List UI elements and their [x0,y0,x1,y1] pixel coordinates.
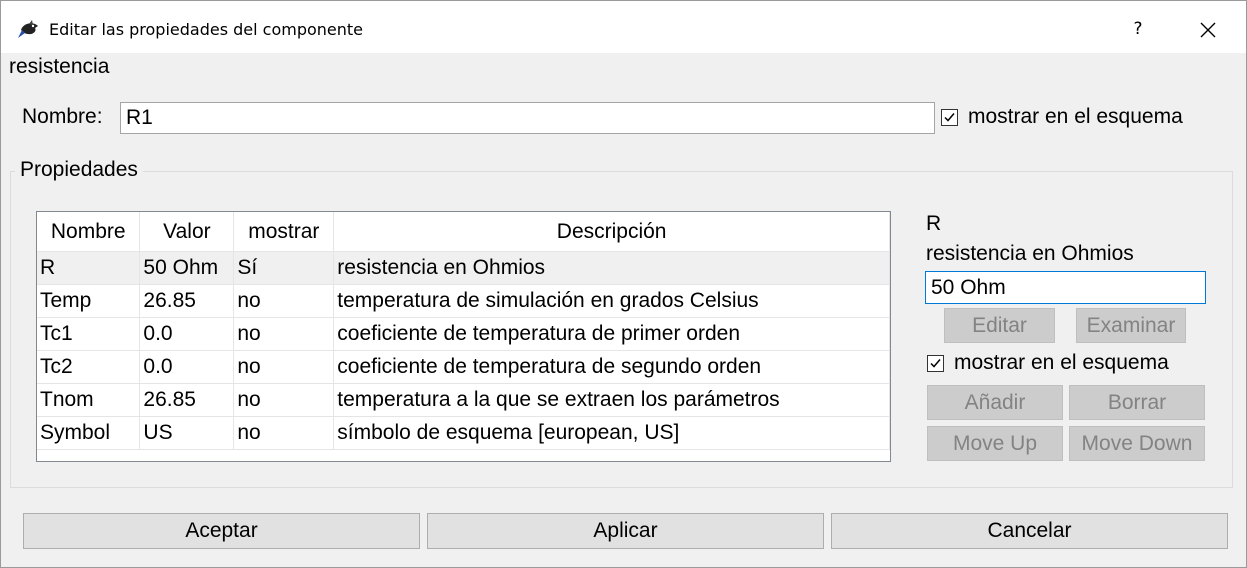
name-label: Nombre: [22,105,103,128]
cell-show: no [233,350,335,384]
cell-value: 50 Ohm [139,251,235,285]
cell-name: Tnom [37,383,141,417]
show-name-checkbox[interactable] [941,109,958,126]
add-button[interactable]: Añadir [927,385,1063,420]
component-properties-dialog: Editar las propiedades del componente ? … [0,0,1247,568]
edit-button[interactable]: Editar [944,308,1055,343]
cell-value: 0.0 [139,317,235,351]
table-row[interactable]: Tnom 26.85 no temperatura a la que se ex… [37,383,890,417]
column-header-show[interactable]: mostrar [233,212,335,252]
window-title: Editar las propiedades del componente [49,20,364,39]
properties-group-title: Propiedades [15,158,143,182]
move-down-button[interactable]: Move Down [1069,426,1205,461]
component-type-label: resistencia [9,55,110,78]
close-icon[interactable] [1191,13,1225,47]
cell-value: 0.0 [139,350,235,384]
ok-button[interactable]: Aceptar [23,513,420,549]
cancel-button[interactable]: Cancelar [831,513,1228,549]
table-row[interactable]: Symbol US no símbolo de esquema [europea… [37,416,890,450]
cell-name: R [37,251,141,285]
cell-description: temperatura a la que se extraen los pará… [333,383,890,417]
title-bar: Editar las propiedades del componente ? [1,1,1246,53]
help-button[interactable]: ? [1123,14,1153,44]
show-property-label: mostrar en el esquema [954,351,1169,374]
column-header-description[interactable]: Descripción [333,212,890,252]
cell-name: Symbol [37,416,141,450]
cell-name: Tc1 [37,317,141,351]
browse-button[interactable]: Examinar [1076,308,1186,343]
apply-button[interactable]: Aplicar [427,513,824,549]
cell-description: resistencia en Ohmios [333,251,890,285]
checkmark-icon [944,113,955,122]
cell-value: 26.85 [139,284,235,318]
cell-name: Tc2 [37,350,141,384]
cell-description: símbolo de esquema [european, US] [333,416,890,450]
properties-table: Nombre Valor mostrar Descripción R 50 Oh… [36,211,891,462]
table-row[interactable]: Tc1 0.0 no coeficiente de temperatura de… [37,317,890,351]
cell-show: no [233,416,335,450]
cell-name: Temp [37,284,141,318]
checkmark-icon [930,359,941,368]
selected-property-name: R [926,212,942,235]
table-row[interactable]: Temp 26.85 no temperatura de simulación … [37,284,890,318]
show-property-checkbox[interactable] [927,355,944,372]
delete-button[interactable]: Borrar [1069,385,1205,420]
cell-show: Sí [233,251,335,285]
show-name-label: mostrar en el esquema [968,105,1183,128]
table-row[interactable]: R 50 Ohm Sí resistencia en Ohmios [37,251,890,285]
cell-value: US [139,416,235,450]
name-input[interactable] [120,102,935,134]
cell-value: 26.85 [139,383,235,417]
column-header-value[interactable]: Valor [139,212,235,252]
app-logo-icon [18,20,38,38]
cell-description: coeficiente de temperatura de primer ord… [333,317,890,351]
table-row[interactable]: Tc2 0.0 no coeficiente de temperatura de… [37,350,890,384]
selected-property-description: resistencia en Ohmios [926,242,1134,265]
cell-show: no [233,383,335,417]
move-up-button[interactable]: Move Up [927,426,1063,461]
cell-show: no [233,317,335,351]
cell-description: coeficiente de temperatura de segundo or… [333,350,890,384]
cell-show: no [233,284,335,318]
column-header-name[interactable]: Nombre [37,212,141,252]
cell-description: temperatura de simulación en grados Cels… [333,284,890,318]
property-value-input[interactable] [925,271,1206,304]
